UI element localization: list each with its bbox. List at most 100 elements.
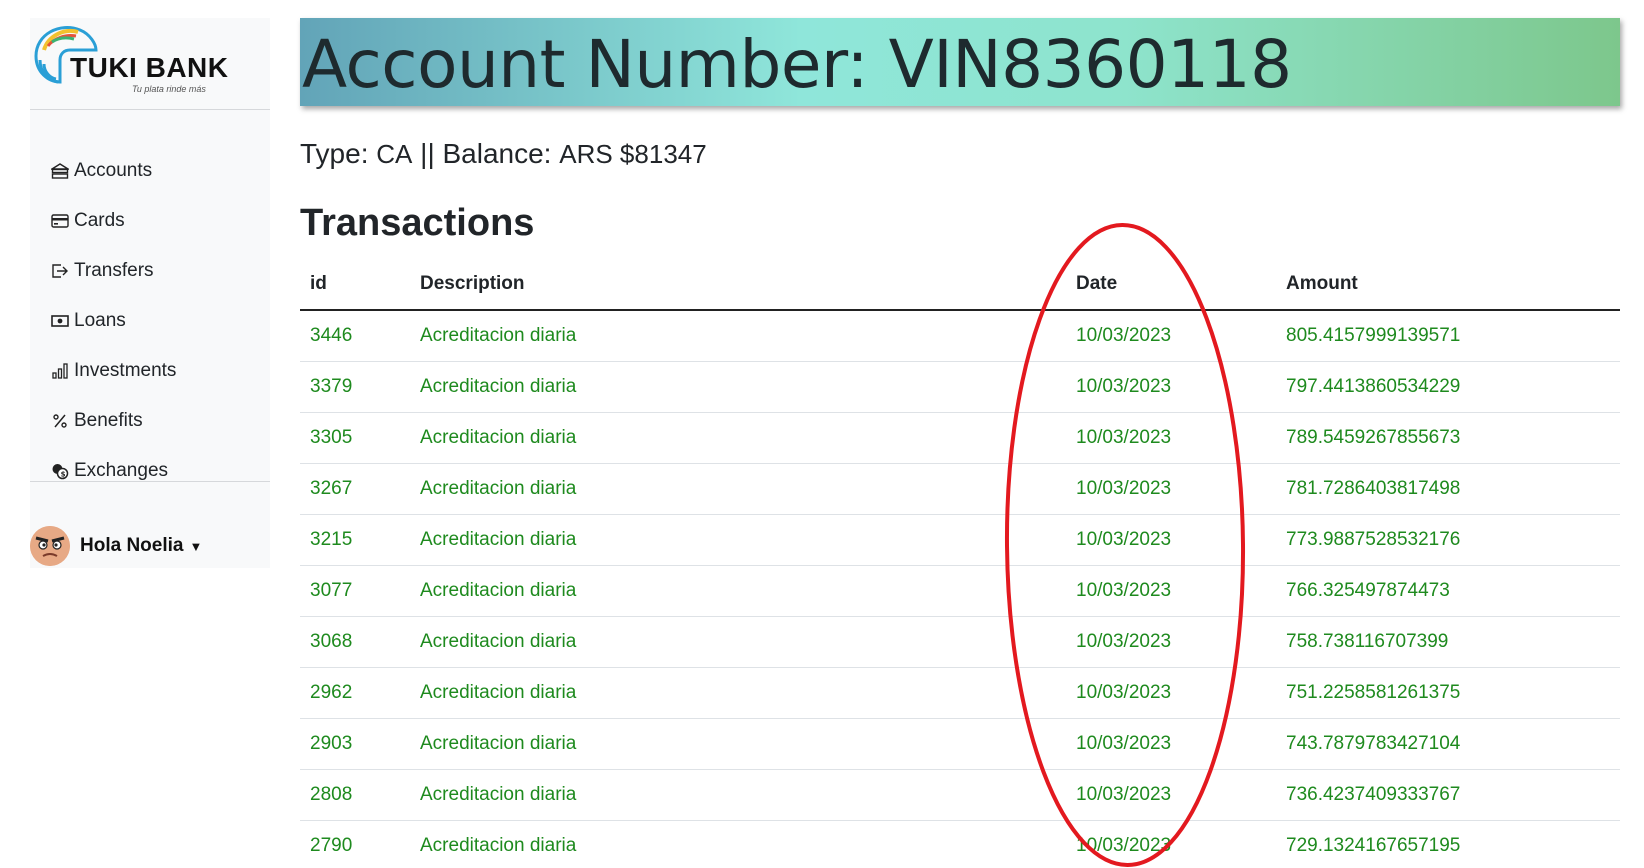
balance-value: ARS $81347 [559,139,707,169]
cell-description: Acreditacion diaria [410,361,1066,413]
sidebar: TUKI BANK Tu plata rinde más Accounts Ca… [30,18,270,568]
cell-id: 2790 [300,820,410,868]
table-row: 3077 Acreditacion diaria 10/03/2023 766.… [300,565,1620,617]
cell-date: 10/03/2023 [1066,310,1276,362]
table-row: 3068 Acreditacion diaria 10/03/2023 758.… [300,616,1620,668]
page-title: Account Number: VIN8360118 [302,26,1292,103]
bar-chart-icon [50,361,70,381]
cell-id: 3446 [300,310,410,362]
table-row: 3379 Acreditacion diaria 10/03/2023 797.… [300,361,1620,413]
sidebar-item-transfers[interactable]: Transfers [30,246,270,296]
table-row: 3267 Acreditacion diaria 10/03/2023 781.… [300,463,1620,515]
cell-id: 3305 [300,412,410,464]
summary-separator: || [420,138,435,169]
cell-date: 10/03/2023 [1066,718,1276,770]
transactions-title: Transactions [300,202,535,244]
cell-id: 3215 [300,514,410,566]
table-row: 3446 Acreditacion diaria 10/03/2023 805.… [300,310,1620,362]
brand-tagline: Tu plata rinde más [132,84,206,94]
account-header-banner: Account Number: VIN8360118 [300,18,1620,106]
sidebar-item-label: Loans [74,310,126,331]
sidebar-item-exchanges[interactable]: $ Exchanges [30,446,270,496]
cell-amount: 743.7879783427104 [1276,718,1620,770]
type-value: CA [376,139,413,169]
table-row: 2808 Acreditacion diaria 10/03/2023 736.… [300,769,1620,821]
cell-amount: 805.4157999139571 [1276,310,1620,362]
cell-description: Acreditacion diaria [410,463,1066,515]
cell-description: Acreditacion diaria [410,310,1066,362]
cell-amount: 789.5459267855673 [1276,412,1620,464]
cell-amount: 736.4237409333767 [1276,769,1620,821]
cell-date: 10/03/2023 [1066,616,1276,668]
cell-id: 3068 [300,616,410,668]
cell-date: 10/03/2023 [1066,514,1276,566]
bank-icon [50,161,70,181]
sidebar-item-benefits[interactable]: Benefits [30,396,270,446]
caret-down-icon: ▼ [189,538,203,554]
sidebar-item-label: Exchanges [74,460,169,481]
cell-id: 2903 [300,718,410,770]
sidebar-item-label: Accounts [74,160,153,181]
cell-date: 10/03/2023 [1066,565,1276,617]
table-row: 3305 Acreditacion diaria 10/03/2023 789.… [300,412,1620,464]
sidebar-nav: Accounts Cards Transfers Loans Investmen… [30,146,270,496]
cell-amount: 766.325497874473 [1276,565,1620,617]
cell-amount: 781.7286403817498 [1276,463,1620,515]
svg-text:$: $ [61,470,66,478]
percent-icon [50,411,70,431]
cell-date: 10/03/2023 [1066,667,1276,719]
account-summary: Type: CA || Balance: ARS $81347 [300,138,707,170]
cell-amount: 729.1324167657195 [1276,820,1620,868]
sidebar-item-label: Investments [74,360,177,381]
cell-id: 2808 [300,769,410,821]
sidebar-item-label: Cards [74,210,125,231]
cell-date: 10/03/2023 [1066,820,1276,868]
user-menu-toggle[interactable]: Hola Noelia ▼ [30,526,202,566]
sidebar-divider-top [30,109,270,110]
cell-description: Acreditacion diaria [410,718,1066,770]
cell-amount: 751.2258581261375 [1276,667,1620,719]
cell-amount: 797.4413860534229 [1276,361,1620,413]
column-header-date: Date [1066,259,1276,311]
cell-description: Acreditacion diaria [410,769,1066,821]
cell-amount: 758.738116707399 [1276,616,1620,668]
avatar [30,526,70,566]
cell-description: Acreditacion diaria [410,514,1066,566]
table-row: 2790 Acreditacion diaria 10/03/2023 729.… [300,820,1620,868]
sidebar-item-cards[interactable]: Cards [30,196,270,246]
column-header-amount: Amount [1276,259,1620,311]
transactions-table: id Description Date Amount 3446 Acredita… [300,259,1620,868]
transfer-out-icon [50,261,70,281]
balance-label: Balance: [442,138,552,169]
cell-id: 2962 [300,667,410,719]
table-header-row: id Description Date Amount [300,259,1620,311]
sidebar-item-accounts[interactable]: Accounts [30,146,270,196]
cell-id: 3267 [300,463,410,515]
cell-date: 10/03/2023 [1066,361,1276,413]
cell-date: 10/03/2023 [1066,412,1276,464]
type-label: Type: [300,138,369,169]
cell-amount: 773.9887528532176 [1276,514,1620,566]
sidebar-item-loans[interactable]: Loans [30,296,270,346]
cell-date: 10/03/2023 [1066,463,1276,515]
brand-logo[interactable]: TUKI BANK Tu plata rinde más [30,18,270,114]
sidebar-item-label: Benefits [74,410,143,431]
cell-description: Acreditacion diaria [410,412,1066,464]
cell-id: 3379 [300,361,410,413]
cell-description: Acreditacion diaria [410,667,1066,719]
sidebar-item-investments[interactable]: Investments [30,346,270,396]
credit-card-icon [50,211,70,231]
cell-id: 3077 [300,565,410,617]
coins-icon: $ [50,461,70,481]
brand-name: TUKI BANK [70,52,229,83]
table-row: 2903 Acreditacion diaria 10/03/2023 743.… [300,718,1620,770]
table-row: 2962 Acreditacion diaria 10/03/2023 751.… [300,667,1620,719]
cell-description: Acreditacion diaria [410,820,1066,868]
cell-description: Acreditacion diaria [410,565,1066,617]
sidebar-item-label: Transfers [74,260,154,281]
column-header-id: id [300,259,410,311]
column-header-description: Description [410,259,1066,311]
table-row: 3215 Acreditacion diaria 10/03/2023 773.… [300,514,1620,566]
cash-icon [50,311,70,331]
sidebar-divider-bottom [30,481,270,482]
